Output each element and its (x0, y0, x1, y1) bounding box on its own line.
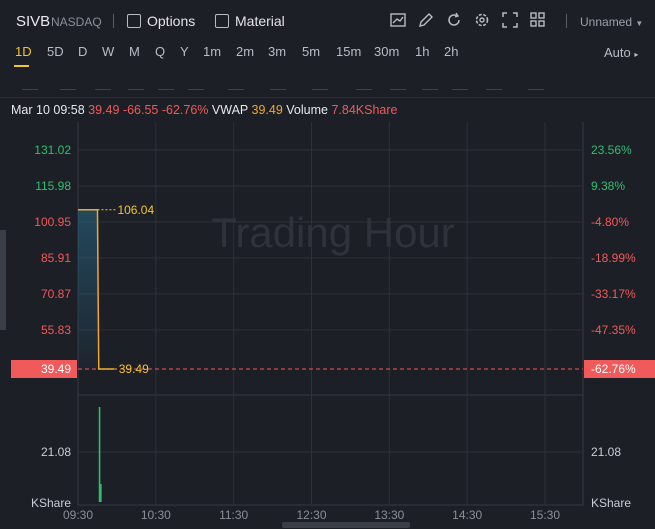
exchange-name: NASDAQ (51, 15, 102, 29)
chart-watermark: Trading Hour (211, 209, 455, 256)
current-price-badge-label: 39.49 (41, 362, 71, 376)
y-tick-label-pct: -4.80% (591, 215, 629, 229)
chevron-down-icon: ▼ (635, 19, 644, 28)
volume-label: Volume (286, 103, 328, 117)
vwap-label: VWAP (211, 103, 249, 117)
current-pct-badge-label: -62.76% (591, 362, 636, 376)
vwap-value: 39.49 (251, 103, 283, 117)
tab-5m[interactable]: 5m (302, 44, 320, 59)
x-tick-label: 15:30 (530, 508, 560, 522)
material-button[interactable]: Material (215, 13, 285, 29)
chart-grid (77, 122, 584, 506)
scale-mode-dropdown[interactable]: Auto ▸ (604, 45, 638, 60)
y-tick-label-pct: -33.17% (591, 287, 636, 301)
options-icon (127, 14, 141, 28)
draw-icon[interactable] (417, 11, 435, 29)
tab-15m[interactable]: 15m (336, 44, 361, 59)
volume-tick-label-right: 21.08 (591, 445, 621, 459)
annotation-label: 106.04 (117, 203, 154, 217)
volume-bar (100, 483, 102, 502)
material-label: Material (235, 13, 285, 29)
trash-icon[interactable] (528, 75, 544, 90)
options-button[interactable]: Options (127, 13, 195, 29)
tab-w[interactable]: W (102, 44, 114, 59)
path-tool-icon[interactable] (128, 75, 144, 90)
scale-mode-label: Auto (604, 45, 631, 60)
tab-5d[interactable]: 5D (47, 44, 64, 59)
eye-icon[interactable] (422, 75, 438, 90)
quote-change: -66.55 (122, 103, 159, 117)
line-tool-icon[interactable] (22, 75, 38, 90)
y-tick-label-pct: -18.99% (591, 251, 636, 265)
chart-type-icon[interactable] (389, 11, 407, 29)
quote-datetime: Mar 10 09:58 (11, 103, 85, 117)
x-tick-label: 11:30 (219, 508, 248, 522)
y-tick-label-pct: 23.56% (591, 143, 632, 157)
quote-change-pct: -62.76% (161, 103, 209, 117)
channel-tool-icon[interactable] (95, 75, 111, 90)
horizontal-scrollbar[interactable] (282, 522, 410, 528)
fullscreen-icon[interactable] (501, 11, 519, 29)
y-tick-label-pct: 9.38% (591, 179, 625, 193)
tab-3m[interactable]: 3m (268, 44, 286, 59)
side-panel-handle[interactable] (0, 230, 6, 330)
arrow-tool-icon[interactable] (188, 75, 204, 90)
y-tick-label: 131.02 (34, 143, 71, 157)
tab-1h[interactable]: 1h (415, 44, 429, 59)
x-tick-label: 13:30 (374, 508, 404, 522)
toolbar-divider (113, 14, 114, 28)
volume-unit-label-right: KShare (591, 496, 631, 510)
y-tick-label: 70.87 (41, 287, 71, 301)
toolbar-divider (566, 14, 567, 28)
gear-icon[interactable] (473, 11, 491, 29)
magnet-icon[interactable] (452, 75, 468, 90)
price-chart[interactable]: Trading Hour 39.49 -62.76% 106.04 39.49 131… (0, 122, 655, 522)
layout-grid-icon[interactable] (529, 11, 547, 29)
top-toolbar: SIVB NASDAQ Options Material Unnamed ▼ (0, 0, 655, 42)
tab-1m[interactable]: 1m (203, 44, 221, 59)
tab-2m[interactable]: 2m (236, 44, 254, 59)
x-tick-label: 14:30 (452, 508, 482, 522)
rectangle-tool-icon[interactable] (60, 75, 76, 90)
x-tick-label: 09:30 (63, 508, 93, 522)
document-icon (215, 14, 229, 28)
tab-d[interactable]: D (78, 44, 87, 59)
pattern-tool-icon[interactable] (312, 75, 328, 90)
tab-2h[interactable]: 2h (444, 44, 458, 59)
tab-30m[interactable]: 30m (374, 44, 399, 59)
price-area (78, 209, 98, 369)
text-tool-icon[interactable] (228, 75, 244, 90)
options-label: Options (147, 13, 196, 29)
layout-name: Unnamed (580, 15, 633, 29)
refresh-icon[interactable] (445, 11, 463, 29)
fib-tool-icon[interactable] (158, 75, 174, 90)
layers-icon[interactable] (486, 75, 502, 90)
quote-price: 39.49 (88, 103, 120, 117)
x-tick-label: 12:30 (296, 508, 326, 522)
x-axis-labels: 09:30 10:30 11:30 12:30 13:30 14:30 15:30 (63, 508, 560, 522)
x-tick-label: 10:30 (141, 508, 171, 522)
chart-tools (389, 11, 547, 29)
y-tick-label-pct: -47.35% (591, 323, 636, 337)
y-tick-label: 85.91 (41, 251, 71, 265)
layout-dropdown[interactable]: Unnamed ▼ (580, 15, 643, 29)
caret-icon: ▸ (634, 50, 639, 59)
tab-1d[interactable]: 1D (15, 44, 32, 59)
annotation-label: 39.49 (119, 362, 149, 376)
volume-value: 7.84KShare (331, 103, 398, 117)
period-tabs: 1D 5D D W M Q Y 1m 2m 3m 5m 15m 30m 1h 2… (0, 42, 655, 67)
pen-icon[interactable] (356, 75, 372, 90)
volume-tick-label: 21.08 (41, 445, 71, 459)
quote-info-bar: Mar 10 09:58 39.49 -66.55 -62.76% VWAP 3… (11, 103, 398, 117)
lock-icon[interactable] (390, 75, 406, 90)
tab-m[interactable]: M (129, 44, 140, 59)
ticker-symbol[interactable]: SIVB (16, 13, 50, 30)
y-tick-label: 115.98 (35, 179, 71, 193)
y-tick-label: 100.95 (34, 215, 71, 229)
tab-q[interactable]: Q (155, 44, 165, 59)
drawing-toolbar (0, 67, 655, 98)
tab-y[interactable]: Y (180, 44, 189, 59)
measure-tool-icon[interactable] (270, 75, 286, 90)
y-tick-label: 55.83 (41, 323, 71, 337)
